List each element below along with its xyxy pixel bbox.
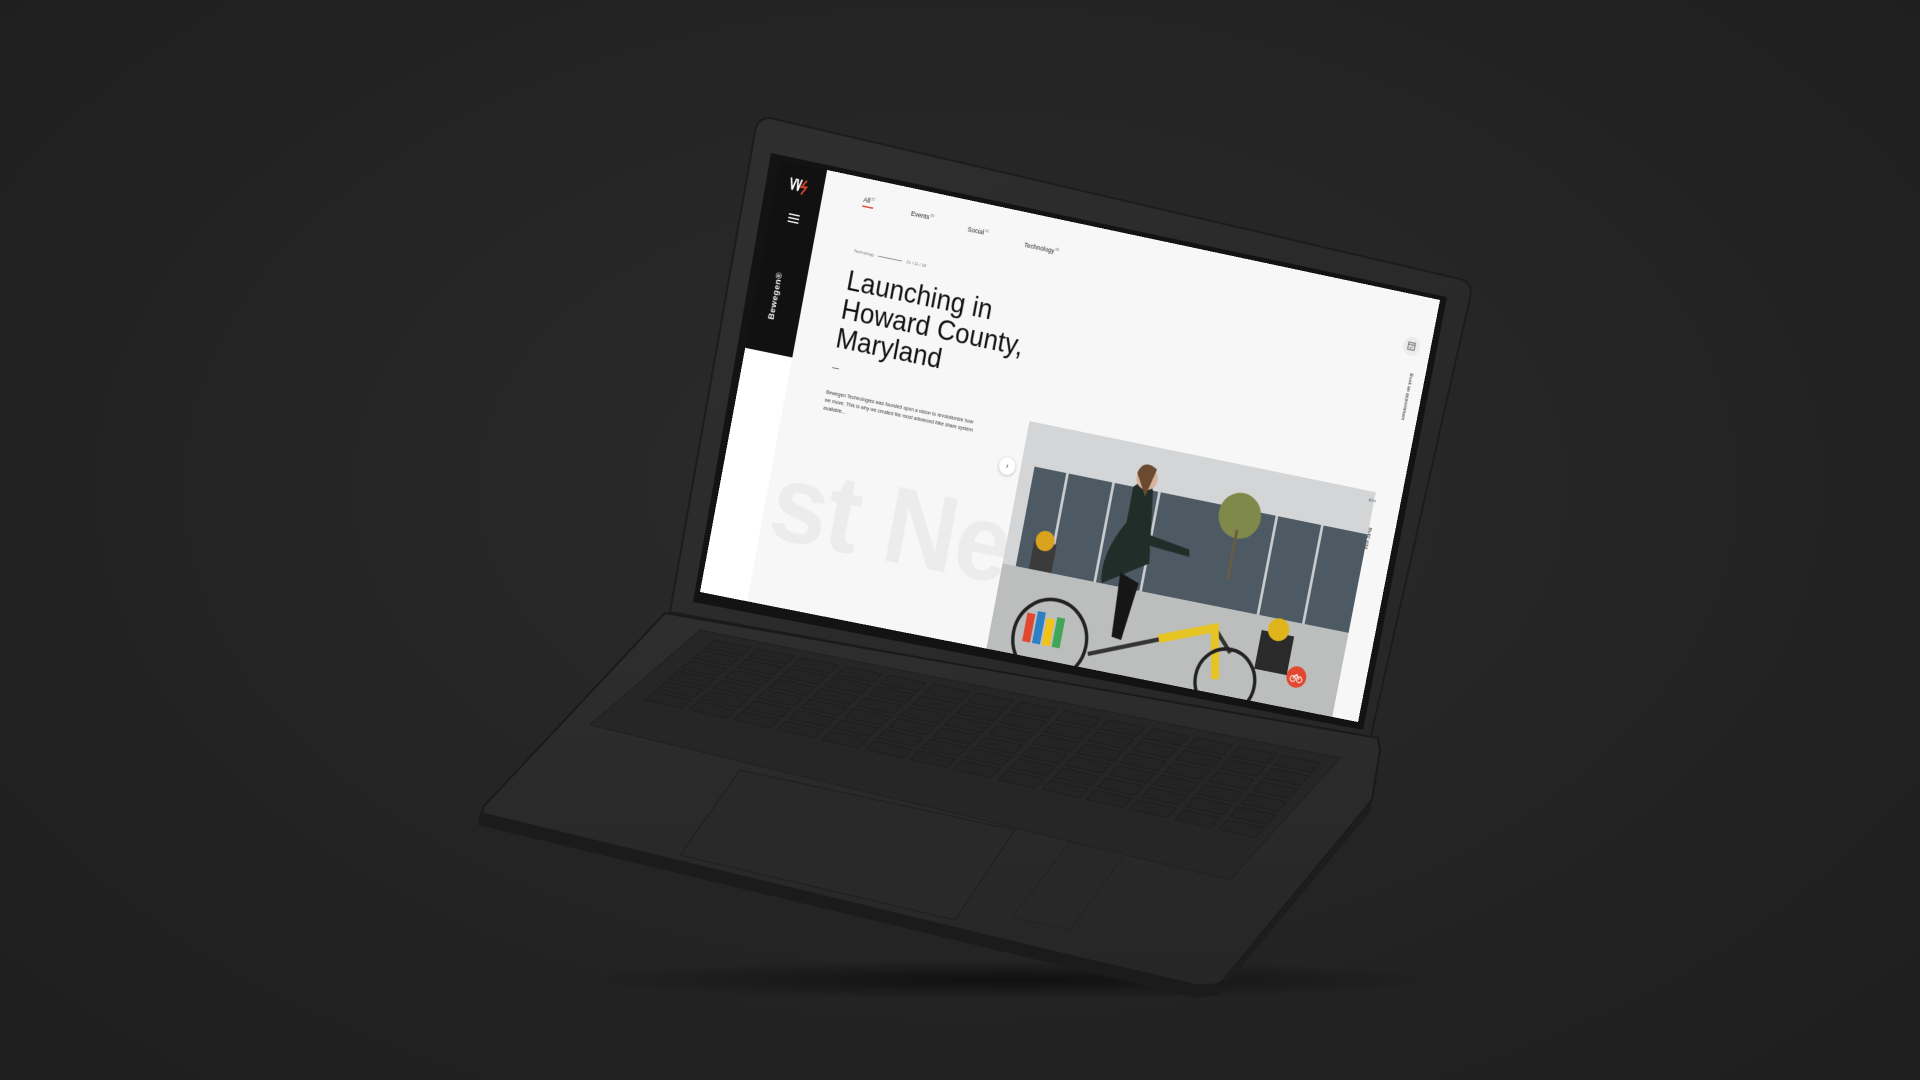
background-heading: st Ne bbox=[761, 439, 1022, 607]
article-excerpt: Bewegen Technologies was founded upon a … bbox=[822, 389, 974, 434]
filter-label: All bbox=[862, 195, 871, 205]
mockup-stage: Bewegen® st Ne All37 Events09 Social16 T… bbox=[0, 0, 1920, 1080]
filter-count: 16 bbox=[984, 228, 990, 235]
next-arrow-button[interactable]: › bbox=[997, 456, 1017, 477]
menu-icon[interactable] bbox=[787, 213, 800, 224]
calendar-button[interactable] bbox=[1401, 335, 1422, 358]
filter-label: Social bbox=[967, 225, 985, 237]
bicycle-icon bbox=[1285, 665, 1308, 690]
article-meta: Technology 21 / 11 / 16 bbox=[853, 249, 926, 268]
book-appointment-link[interactable]: Book an appointment bbox=[1400, 373, 1414, 421]
sidebar-brand: Bewegen® bbox=[766, 271, 785, 321]
filter-tab-events[interactable]: Events09 bbox=[910, 210, 934, 222]
filter-label: Technology bbox=[1023, 241, 1056, 255]
filter-count: 37 bbox=[870, 197, 876, 203]
bike-icon-button[interactable] bbox=[1284, 664, 1309, 690]
filter-tab-all[interactable]: All37 bbox=[863, 196, 875, 206]
meta-divider bbox=[878, 255, 903, 262]
article-title: Launching in Howard County, Maryland bbox=[833, 265, 1026, 376]
filter-label: Events bbox=[910, 209, 931, 221]
filter-count: 08 bbox=[1054, 247, 1060, 253]
calendar-icon bbox=[1401, 335, 1421, 357]
language-label: EN bbox=[1368, 498, 1374, 504]
filter-tab-technology[interactable]: Technology08 bbox=[1024, 241, 1060, 255]
filter-count: 09 bbox=[929, 213, 935, 219]
filter-tab-social[interactable]: Social16 bbox=[967, 225, 989, 237]
bewegen-logo-icon[interactable] bbox=[787, 174, 813, 198]
article-category[interactable]: Technology bbox=[853, 249, 874, 258]
article-date: 21 / 11 / 16 bbox=[905, 260, 927, 269]
title-dash bbox=[832, 367, 839, 370]
